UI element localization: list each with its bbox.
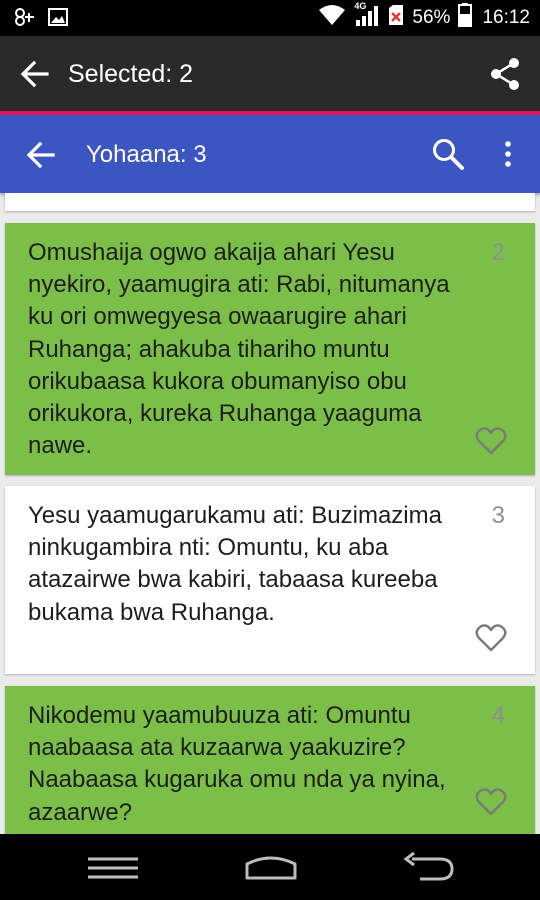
- back-button[interactable]: [26, 141, 56, 169]
- status-bar: 4G 56% 16:12: [0, 0, 540, 36]
- verse-text: Omushaija ogwo akaija ahari Yesu nyekiro…: [28, 239, 450, 460]
- heart-icon: [475, 788, 507, 816]
- home-icon: [245, 856, 297, 880]
- search-icon: [433, 139, 464, 170]
- favorite-button[interactable]: [475, 426, 507, 456]
- arrow-back-icon: [26, 141, 55, 169]
- heart-icon: [475, 427, 507, 455]
- share-button[interactable]: [488, 56, 522, 92]
- selection-count-title: Selected: 2: [68, 60, 194, 88]
- verse-card-partial[interactable]: [5, 193, 535, 211]
- verse-card[interactable]: Nikodemu yaamubuuza ati: Omuntu naabaasa…: [5, 686, 535, 834]
- recent-apps-icon: [88, 857, 138, 879]
- clock: 16:12: [482, 7, 530, 28]
- verse-text: Nikodemu yaamubuuza ati: Omuntu naabaasa…: [28, 702, 446, 826]
- back-icon: [403, 851, 454, 881]
- signal-4g-icon: 4G: [354, 1, 380, 33]
- chapter-title[interactable]: Yohaana: 3: [86, 141, 207, 169]
- notification-app-icon: [14, 7, 36, 32]
- recent-apps-button[interactable]: [86, 856, 140, 885]
- back-nav-button[interactable]: [400, 851, 456, 888]
- wifi-icon: [318, 4, 346, 32]
- network-label: 4G: [354, 1, 367, 11]
- close-selection-button[interactable]: [20, 60, 50, 88]
- verse-number: 2: [491, 239, 505, 266]
- verse-list[interactable]: Omushaija ogwo akaija ahari Yesu nyekiro…: [0, 193, 540, 834]
- home-button[interactable]: [244, 854, 298, 885]
- verse-number: 4: [491, 702, 505, 729]
- heart-icon: [475, 624, 507, 652]
- search-button[interactable]: [430, 137, 466, 173]
- verse-card[interactable]: Yesu yaamugarukamu ati: Buzimazima ninku…: [5, 486, 535, 674]
- arrow-back-icon: [20, 60, 49, 88]
- overflow-menu-button[interactable]: [500, 139, 516, 169]
- favorite-button[interactable]: [475, 623, 507, 653]
- more-vert-icon: [505, 141, 511, 167]
- chapter-toolbar: Yohaana: 3: [0, 115, 540, 193]
- verse-text: Yesu yaamugarukamu ati: Buzimazima ninku…: [28, 502, 442, 626]
- favorite-button[interactable]: [475, 787, 507, 817]
- share-icon: [491, 58, 519, 90]
- selection-action-bar: Selected: 2: [0, 36, 540, 111]
- battery-percent: 56%: [412, 7, 451, 28]
- image-icon: [48, 8, 68, 31]
- verse-card[interactable]: Omushaija ogwo akaija ahari Yesu nyekiro…: [5, 223, 535, 475]
- no-sim-icon: [388, 4, 404, 32]
- verse-number: 3: [491, 502, 505, 529]
- system-nav-bar: [0, 834, 540, 900]
- battery-icon: [458, 3, 473, 33]
